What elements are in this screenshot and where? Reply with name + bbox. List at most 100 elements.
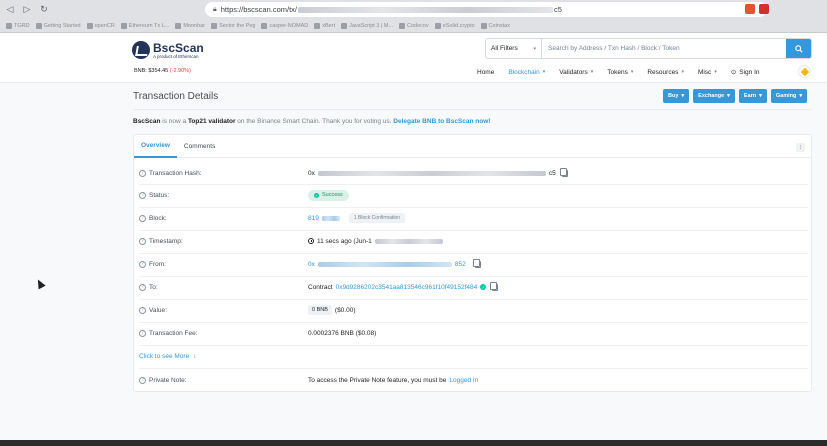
help-icon: ? (139, 306, 146, 314)
bookmark-icon (399, 22, 406, 29)
more-options-icon[interactable]: ⁝ (796, 143, 805, 152)
user-icon: ⊙ (730, 69, 737, 76)
contract-address-link[interactable]: 0x9d9286202c3541aa813546c961f10f49152f48… (336, 284, 478, 291)
bookmark-item[interactable]: Moonbar (175, 22, 205, 29)
copy-icon[interactable] (559, 167, 568, 177)
value-amount: 0 BNB (308, 305, 332, 315)
chevron-down-icon: ▾ (681, 93, 685, 99)
bookmark-item[interactable]: xBert (314, 22, 335, 29)
logo-icon (132, 41, 150, 59)
tab-bar: Overview Comments ⁝ (134, 135, 811, 158)
clock-icon (308, 238, 314, 244)
bookmark-icon (120, 22, 127, 29)
address-bar[interactable]: 🔒︎ https://bscscan.com/tx/ c5 (205, 2, 767, 17)
reload-icon[interactable]: ↻ (37, 3, 51, 17)
url-prefix: https://bscscan.com/tx/ (220, 5, 298, 14)
nav-home[interactable]: Home (470, 69, 501, 76)
divider (139, 207, 808, 208)
back-icon[interactable]: ◁ (3, 3, 17, 17)
from-address-redacted (317, 261, 452, 267)
bnb-icon (800, 67, 809, 76)
divider (139, 322, 808, 323)
bookmark-item[interactable]: TGRD (6, 22, 30, 29)
row-to: ? To: Contract 0x9d9286202c3541aa813546c9… (139, 280, 808, 294)
bookmarks-bar: TGRD Getting Started openCR Ethereum Tx … (0, 19, 827, 33)
check-icon: ✓ (314, 192, 319, 198)
filter-select[interactable]: All Filters ▾ (486, 39, 542, 58)
help-icon: ? (139, 214, 146, 222)
search-button[interactable] (786, 39, 811, 58)
nav-blockchain[interactable]: Blockchain ▾ (501, 69, 552, 76)
bnb-network-button[interactable] (798, 65, 811, 78)
search-bar: All Filters ▾ (485, 38, 812, 59)
chevron-down-icon: ▾ (681, 69, 684, 75)
exchange-button[interactable]: Exchange ▾ (693, 89, 735, 103)
lock-icon: 🔒︎ (213, 5, 217, 13)
gaming-button[interactable]: Gaming ▾ (770, 89, 808, 103)
bookmark-item[interactable]: Sector the Peg (211, 22, 255, 29)
bookmark-item[interactable]: Ethereum Tx L... (120, 22, 169, 29)
tx-hash-redacted (317, 170, 546, 176)
nav-resources[interactable]: Resources ▾ (640, 69, 691, 76)
bookmark-item[interactable]: openCR (86, 22, 115, 29)
earn-button[interactable]: Earn ▾ (738, 89, 767, 103)
block-redacted (321, 215, 340, 221)
action-buttons: Buy ▾ Exchange ▾ Earn ▾ Gaming ▾ (663, 89, 808, 103)
search-icon (794, 44, 803, 53)
value-usd: ($0.00) (334, 306, 356, 314)
mouse-cursor (34, 277, 46, 290)
delegate-link[interactable]: Delegate BNB to BscScan now! (393, 118, 490, 125)
bookmark-item[interactable]: JavaScript 3 | M... (341, 22, 393, 29)
bookmark-icon (6, 22, 12, 29)
see-more-link[interactable]: Click to see More ↓ (139, 353, 196, 360)
help-icon: ? (139, 329, 146, 337)
copy-icon[interactable] (490, 281, 499, 291)
nav-misc[interactable]: Misc ▾ (691, 69, 724, 76)
bookmark-item[interactable]: eSolid.crypto (434, 22, 475, 29)
help-icon: ? (139, 191, 146, 199)
timestamp-redacted (374, 238, 443, 244)
row-fee: ? Transaction Fee: 0.0002376 BNB ($0.08) (139, 326, 808, 340)
chevron-down-icon: ▾ (590, 69, 594, 75)
row-value: ? Value: 0 BNB ($0.00) (139, 303, 808, 317)
validator-notice: BscScan is now a Top21 validator on the … (133, 118, 491, 125)
browser-toolbar: ◁ ▷ ↻ 🔒︎ https://bscscan.com/tx/ c5 (0, 0, 827, 19)
bookmark-item[interactable]: Coinstax (480, 22, 510, 29)
warning-icon[interactable] (759, 4, 769, 14)
chevron-down-icon: ▾ (799, 93, 803, 99)
page-title: Transaction Details (133, 91, 219, 102)
buy-button[interactable]: Buy ▾ (663, 89, 690, 103)
help-icon: ? (139, 237, 146, 245)
copy-icon[interactable] (472, 258, 481, 268)
bookmark-icon (341, 22, 348, 29)
bookmark-item[interactable]: Codecov (399, 22, 429, 29)
verified-icon: ✓ (480, 284, 487, 290)
from-address-link[interactable]: 852 (455, 261, 466, 268)
bookmark-item[interactable]: casper-NOMAD (261, 22, 308, 29)
bookmark-icon (480, 22, 487, 29)
help-icon: ? (139, 169, 146, 177)
block-link[interactable]: 819 (308, 215, 319, 222)
bookmark-icon (314, 22, 321, 29)
divider (139, 368, 808, 369)
nav-signin[interactable]: ⊙ Sign In (724, 68, 767, 77)
row-tx-hash: ? Transaction Hash: 0x c5 (139, 166, 808, 180)
login-link[interactable]: Logged In (449, 377, 478, 384)
brave-shield-icon[interactable] (745, 4, 755, 14)
search-input[interactable] (542, 39, 786, 58)
divider (139, 184, 808, 185)
tab-overview[interactable]: Overview (134, 135, 177, 158)
row-timestamp: ? Timestamp: 11 secs ago (Jun-1 (139, 234, 808, 248)
logo-name: BscScan (153, 40, 204, 55)
site-header: BscScan A product of Etherscan BNB: $354… (0, 33, 827, 83)
help-icon: ? (139, 376, 146, 384)
bookmark-item[interactable]: Getting Started (35, 22, 81, 29)
fee-value: 0.0002376 BNB ($0.08) (308, 329, 377, 337)
tab-comments[interactable]: Comments (177, 135, 222, 158)
bscscan-logo[interactable]: BscScan A product of Etherscan (132, 41, 204, 59)
forward-icon[interactable]: ▷ (20, 3, 34, 17)
chevron-down-icon: ▾ (759, 93, 762, 99)
nav-tokens[interactable]: Tokens ▾ (600, 69, 640, 76)
chevron-down-icon: ▾ (727, 93, 730, 99)
nav-validators[interactable]: Validators ▾ (552, 69, 600, 76)
